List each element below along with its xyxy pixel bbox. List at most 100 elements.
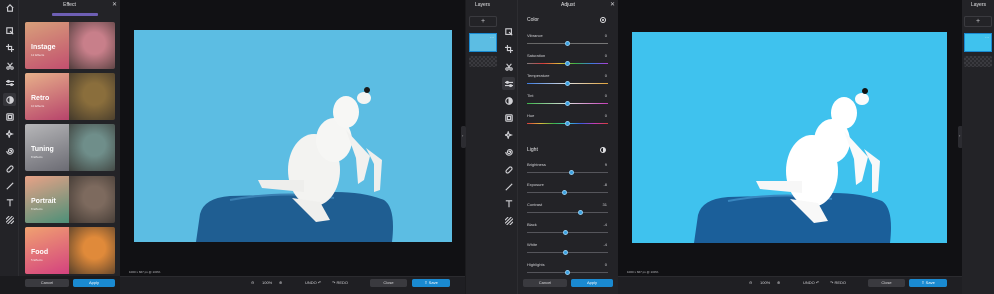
save-button[interactable]: ⇪ Save (412, 279, 450, 287)
zoom-in-icon[interactable]: ⊕ (777, 279, 780, 287)
bandage-icon[interactable] (3, 162, 16, 175)
effect-icon[interactable] (502, 94, 515, 107)
slider-label: Black (527, 222, 537, 227)
layer-options-icon[interactable]: ··· (985, 35, 989, 40)
effect-name: Tuning (31, 146, 54, 153)
slider-value: -4 (603, 242, 607, 247)
spiral-icon[interactable] (502, 145, 515, 158)
slider-value: 31 (602, 202, 607, 207)
close-button[interactable]: Close (370, 279, 407, 287)
slider-track[interactable] (527, 170, 608, 175)
slider-track[interactable] (527, 250, 608, 255)
slider-track[interactable] (527, 270, 608, 275)
text-icon[interactable] (502, 197, 515, 210)
slider-handle[interactable] (565, 270, 570, 275)
slider-track[interactable] (527, 41, 608, 46)
bandage-icon[interactable] (502, 163, 515, 176)
slider-handle[interactable] (565, 61, 570, 66)
effect-card-preview (69, 73, 115, 120)
slider-handle[interactable] (565, 81, 570, 86)
save-button[interactable]: ⇪ Save (909, 279, 947, 287)
select-icon[interactable] (3, 24, 16, 37)
brush-icon[interactable] (502, 180, 515, 193)
effect-card-1[interactable]: Retro 10 Effects (25, 73, 115, 120)
left-photo[interactable] (134, 30, 452, 242)
layer-options-icon[interactable]: ··· (490, 35, 494, 40)
apply-button[interactable]: Apply (73, 279, 115, 287)
undo-button[interactable]: UNDO ↶ (305, 279, 321, 287)
home-icon[interactable] (3, 1, 16, 14)
cancel-button[interactable]: Cancel (25, 279, 69, 287)
effect-card-4[interactable]: Food 5 Effects (25, 227, 115, 274)
crop-icon[interactable] (3, 41, 16, 54)
add-layer-button[interactable]: + (964, 16, 992, 27)
slider-track[interactable] (527, 101, 608, 106)
layer-empty-slot[interactable] (469, 56, 497, 67)
slider-track[interactable] (527, 81, 608, 86)
slider-handle[interactable] (577, 210, 583, 215)
slider-value: 0 (604, 93, 607, 98)
brush-icon[interactable] (3, 179, 16, 192)
adjust-icon[interactable] (3, 76, 16, 89)
adjust-apply-button[interactable]: Apply (571, 279, 613, 287)
effect-icon[interactable] (3, 93, 16, 106)
undo-button[interactable]: UNDO ↶ (803, 279, 819, 287)
sparkle-icon[interactable] (3, 127, 16, 140)
zoom-out-icon[interactable]: ⊖ (749, 279, 752, 287)
crop-icon[interactable] (502, 42, 515, 55)
slider-label: Temperature (527, 73, 550, 78)
effect-card-preview (69, 22, 115, 69)
spiral-icon[interactable] (3, 144, 16, 157)
slider-track[interactable] (527, 230, 608, 235)
adjust-panel-title: Adjust (561, 2, 575, 8)
layer-thumbnail[interactable]: ··· (469, 33, 497, 52)
redo-button[interactable]: ↷ REDO (830, 279, 846, 287)
light-toggle-icon[interactable] (600, 147, 606, 153)
texture-icon[interactable] (3, 213, 16, 226)
frame-icon[interactable] (3, 110, 16, 123)
text-icon[interactable] (3, 196, 16, 209)
layer-empty-slot[interactable] (964, 56, 992, 67)
slider-handle[interactable] (561, 190, 567, 195)
effect-name: Portrait (31, 198, 56, 205)
effect-card-0[interactable]: Instage 12 Effects (25, 22, 115, 69)
slider-value: 0 (604, 73, 607, 78)
frame-icon[interactable] (502, 111, 515, 124)
slider-value: 0 (604, 262, 607, 267)
close-icon[interactable]: ✕ (112, 0, 117, 10)
slider-label: Highlights (527, 262, 545, 267)
effect-count: 8 Effects (31, 207, 43, 211)
texture-icon[interactable] (502, 214, 515, 227)
close-button[interactable]: Close (868, 279, 905, 287)
image-dimensions: 1000 x 667 px @ 100% (129, 270, 161, 274)
effect-card-preview (69, 176, 115, 223)
zoom-out-icon[interactable]: ⊖ (251, 279, 254, 287)
effect-card-preview (69, 124, 115, 171)
adjust-cancel-button[interactable]: Cancel (523, 279, 567, 287)
effect-name: Retro (31, 95, 50, 102)
slider-track[interactable] (527, 190, 608, 195)
slider-track[interactable] (527, 61, 608, 66)
select-icon[interactable] (502, 25, 515, 38)
slider-handle[interactable] (565, 101, 570, 106)
add-layer-button[interactable]: + (469, 16, 497, 27)
slider-track[interactable] (527, 121, 608, 126)
slider-handle[interactable] (565, 41, 570, 46)
zoom-in-icon[interactable]: ⊕ (279, 279, 282, 287)
undo-label: UNDO (305, 280, 317, 285)
slider-track[interactable] (527, 210, 608, 215)
right-photo[interactable] (632, 32, 947, 243)
effect-card-3[interactable]: Portrait 8 Effects (25, 176, 115, 223)
layer-thumbnail[interactable]: ··· (964, 33, 992, 52)
redo-button[interactable]: ↷ REDO (332, 279, 348, 287)
slider-value: -4 (603, 222, 607, 227)
cut-icon[interactable] (3, 59, 16, 72)
effect-card-2[interactable]: Tuning 8 Effects (25, 124, 115, 171)
sparkle-icon[interactable] (502, 128, 515, 141)
left-layers-title: Layers (475, 2, 491, 8)
adjust-icon[interactable] (502, 77, 515, 90)
slider-handle[interactable] (565, 121, 570, 126)
close-icon[interactable]: ✕ (610, 0, 615, 10)
color-toggle-icon[interactable] (600, 17, 606, 23)
cut-icon[interactable] (502, 60, 515, 73)
